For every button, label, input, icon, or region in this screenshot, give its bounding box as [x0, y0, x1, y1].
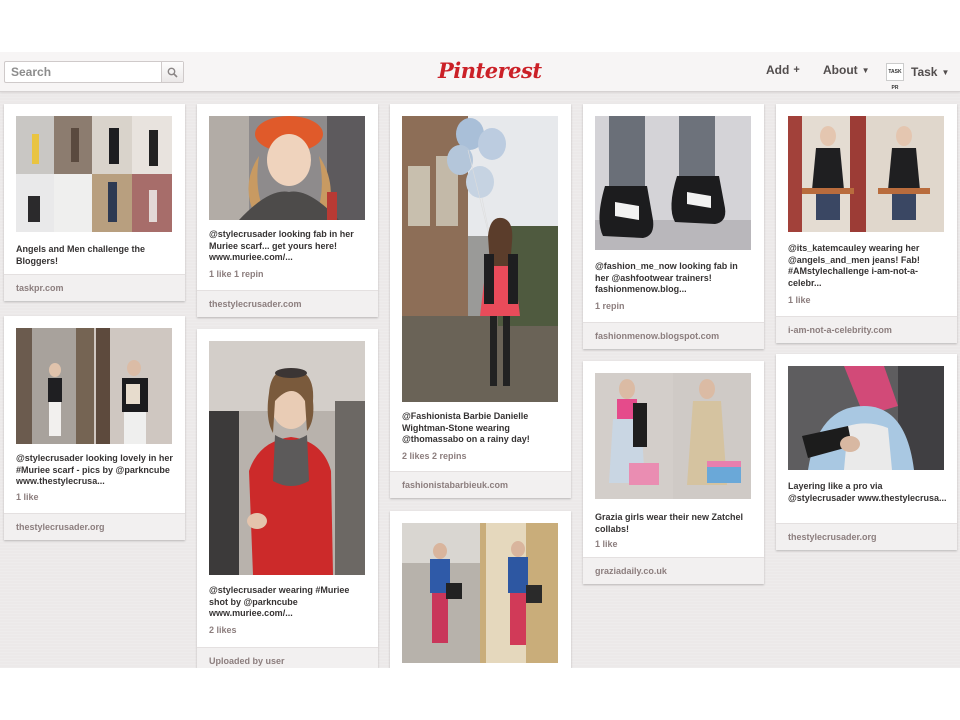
pin-image[interactable]: [595, 116, 751, 250]
collage-photo: [788, 116, 944, 232]
pin-source-link[interactable]: taskpr.com: [16, 283, 64, 293]
pin-stats: 2 likes 2 repins: [402, 451, 467, 461]
pin-image[interactable]: [209, 116, 365, 220]
pin-description: @fashion_me_now looking fab in her @ashf…: [595, 261, 738, 294]
pin-source[interactable]: thestylecrusader.com: [197, 290, 378, 317]
collage-photo: [16, 116, 172, 232]
search-box: [4, 61, 184, 83]
detail-photo: [788, 366, 944, 470]
pin-image[interactable]: [16, 328, 172, 444]
pin-image[interactable]: [595, 373, 751, 499]
pin-description: @stylecrusader looking lovely in her #Mu…: [16, 453, 173, 486]
pin-image[interactable]: [402, 523, 558, 663]
pin-source-link[interactable]: thestylecrusader.com: [209, 299, 302, 309]
chevron-down-icon: ▼: [861, 65, 870, 75]
avatar: TASK PR: [886, 63, 904, 91]
pin-image[interactable]: [16, 116, 172, 232]
pin-description: @Fashionista Barbie Danielle Wightman-St…: [402, 411, 530, 444]
pin-card[interactable]: Layering like a pro via @stylecrusader w…: [776, 354, 957, 550]
pin-description: Layering like a pro via @stylecrusader w…: [788, 481, 947, 503]
pin-source[interactable]: Uploaded by user: [197, 647, 378, 668]
pin-source-link[interactable]: i-am-not-a-celebrity.com: [788, 325, 892, 335]
pin-card[interactable]: @stylecrusader wearing #Muriee shot by @…: [197, 329, 378, 668]
pin-source[interactable]: thestylecrusader.org: [4, 513, 185, 540]
pin-card[interactable]: @its_katemcauley wearing her @angels_and…: [776, 104, 957, 343]
pin-description: @stylecrusader wearing #Muriee shot by @…: [209, 585, 350, 618]
pin-source[interactable]: i-am-not-a-celebrity.com: [776, 316, 957, 343]
about-menu[interactable]: About ▼: [823, 63, 870, 77]
pinterest-logo[interactable]: Pinterest: [438, 58, 542, 83]
pin-source-link[interactable]: thestylecrusader.org: [788, 532, 877, 542]
pin-image[interactable]: [788, 116, 944, 232]
pin-image[interactable]: [788, 366, 944, 470]
pin-stats: 1 repin: [595, 301, 625, 311]
pin-source-link[interactable]: Uploaded by user: [209, 656, 285, 666]
chevron-down-icon: ▼: [941, 67, 950, 77]
pin-stats: 1 like 1 repin: [209, 269, 264, 279]
pin-card[interactable]: @Fashionista Barbie Danielle Wightman-St…: [390, 104, 571, 498]
portrait-photo: [209, 116, 365, 220]
pin-stats: 1 like: [788, 295, 811, 305]
collage-photo: [595, 373, 751, 499]
pin-source[interactable]: fashionistabarbieuk.com: [390, 471, 571, 498]
pin-source[interactable]: taskpr.com: [4, 274, 185, 301]
add-menu-label: Add: [766, 63, 790, 77]
pin-description: @stylecrusader looking fab in her Muriee…: [209, 229, 354, 262]
user-menu-label: Task: [911, 65, 938, 79]
browser-viewport: Pinterest Add + About ▼ TASK PR Task ▼: [0, 52, 960, 668]
user-menu[interactable]: TASK PR Task ▼: [886, 63, 950, 91]
search-button[interactable]: [161, 62, 183, 82]
pin-card[interactable]: @stylecrusader looking lovely in her #Mu…: [4, 316, 185, 540]
pin-card[interactable]: @fashion_me_now looking fab in her @ashf…: [583, 104, 764, 349]
pin-source[interactable]: thestylecrusader.org: [776, 523, 957, 550]
pin-source[interactable]: fashionmenow.blogspot.com: [583, 322, 764, 349]
pin-description: @its_katemcauley wearing her @angels_and…: [788, 243, 920, 288]
about-menu-label: About: [823, 63, 858, 77]
add-menu[interactable]: Add +: [766, 63, 800, 77]
pin-stats: 2 likes: [209, 625, 237, 635]
pin-card[interactable]: @stylecrusader looking fab in her Muriee…: [197, 104, 378, 317]
top-navigation-bar: Pinterest Add + About ▼ TASK PR Task ▼: [0, 52, 960, 92]
shoes-photo: [595, 116, 751, 250]
pin-description: Grazia girls wear their new Zatchel coll…: [595, 512, 744, 534]
pin-image[interactable]: [209, 341, 365, 575]
street-photo: [16, 328, 172, 444]
pin-card[interactable]: [390, 511, 571, 668]
pin-source-link[interactable]: fashionistabarbieuk.com: [402, 480, 508, 490]
portrait-photo: [402, 116, 558, 402]
pin-card[interactable]: Angels and Men challenge the Bloggers! t…: [4, 104, 185, 301]
pin-image[interactable]: [402, 116, 558, 402]
collage-photo: [402, 523, 558, 663]
pin-stats: 1 like: [16, 492, 39, 502]
pin-source[interactable]: graziadaily.co.uk: [583, 557, 764, 584]
portrait-photo: [209, 341, 365, 575]
pin-source-link[interactable]: graziadaily.co.uk: [595, 566, 667, 576]
search-icon: [167, 67, 178, 78]
pin-description: Angels and Men challenge the Bloggers!: [16, 244, 146, 266]
search-input[interactable]: [5, 62, 163, 82]
plus-icon: +: [793, 64, 800, 76]
pin-stats: 1 like: [595, 539, 618, 549]
pin-source-link[interactable]: fashionmenow.blogspot.com: [595, 331, 719, 341]
pin-source-link[interactable]: thestylecrusader.org: [16, 522, 105, 532]
pin-card[interactable]: Grazia girls wear their new Zatchel coll…: [583, 361, 764, 584]
